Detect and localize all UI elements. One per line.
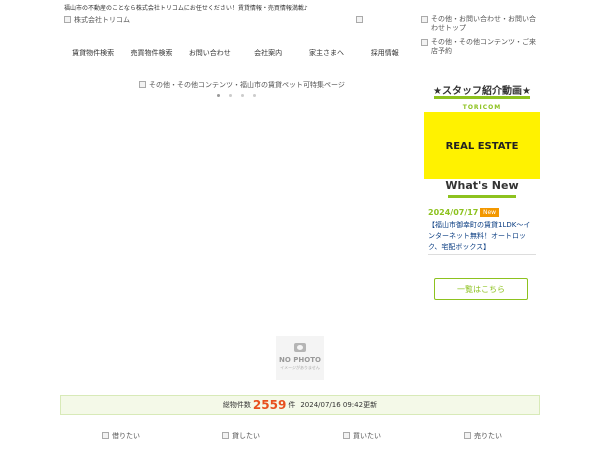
news-list-button[interactable]: 一覧はこちら bbox=[434, 278, 528, 300]
site-tagline: 福山市の不動産のことなら株式会社トリコムにお任せください！賃貸情報・売買情報満載… bbox=[64, 5, 308, 12]
sell-link-alt: 売りたい bbox=[474, 432, 502, 440]
visit-reservation-link-alt: その他・その他コンテンツ・ご来店予約 bbox=[431, 38, 536, 55]
banner-brand: TORICOM bbox=[424, 104, 540, 112]
nav-rental-search[interactable]: 賃貸物件検索 bbox=[64, 41, 122, 63]
rent-link[interactable]: 借りたい bbox=[102, 431, 140, 441]
staff-video-banner[interactable]: TORICOM REAL ESTATE bbox=[424, 104, 540, 179]
broken-image-icon bbox=[139, 81, 146, 88]
buy-link[interactable]: 買いたい bbox=[343, 431, 381, 441]
staff-video-title: ★スタッフ紹介動画★ bbox=[433, 86, 531, 97]
nav-recruit[interactable]: 採用情報 bbox=[356, 41, 414, 63]
no-photo-label: NO PHOTO bbox=[279, 356, 321, 364]
lease-out-link[interactable]: 貸したい bbox=[222, 431, 260, 441]
no-photo-sub: イメージがありません bbox=[280, 365, 320, 370]
broken-image-icon bbox=[421, 16, 428, 23]
count-prefix: 総物件数 bbox=[222, 401, 251, 409]
whats-new-title: What's New bbox=[445, 179, 519, 192]
slider-dot[interactable] bbox=[217, 94, 220, 97]
updated-time: 2024/07/16 09:42更新 bbox=[300, 401, 378, 409]
broken-image-icon bbox=[464, 432, 471, 439]
visit-reservation-link[interactable]: その他・その他コンテンツ・ご来店予約 bbox=[421, 38, 539, 56]
news-link[interactable]: 【福山市御幸町の賃貸1LDK～インターネット無料！オートロック、宅配ボックス】 bbox=[428, 220, 536, 253]
nav-company[interactable]: 会社案内 bbox=[239, 41, 297, 63]
broken-image-icon bbox=[421, 39, 428, 46]
pet-feature-slide-alt: その他・その他コンテンツ・福山市の賃貸ペット可特集ページ bbox=[149, 81, 345, 89]
no-photo-placeholder: NO PHOTO イメージがありません bbox=[276, 336, 324, 380]
rent-link-alt: 借りたい bbox=[112, 432, 140, 440]
property-count-bar: 総物件数 2559 件 2024/07/16 09:42更新 bbox=[60, 395, 540, 415]
contact-top-link-alt: その他・お問い合わせ・お問い合わせトップ bbox=[431, 15, 536, 32]
broken-image-icon bbox=[343, 432, 350, 439]
buy-link-alt: 買いたい bbox=[353, 432, 381, 440]
new-badge: New bbox=[480, 208, 500, 217]
broken-image-icon bbox=[64, 16, 71, 23]
header-banner-image[interactable] bbox=[356, 15, 363, 23]
nav-contact[interactable]: お問い合わせ bbox=[181, 41, 239, 63]
staff-title-underline bbox=[434, 96, 530, 99]
camera-icon bbox=[294, 343, 306, 352]
slider-dot[interactable] bbox=[253, 94, 256, 97]
nav-sale-search[interactable]: 売買物件検索 bbox=[122, 41, 180, 63]
news-date: 2024/07/17 bbox=[428, 208, 479, 217]
company-logo-alt: 株式会社トリコム bbox=[74, 16, 130, 24]
slider-pagination bbox=[217, 94, 256, 97]
broken-image-icon bbox=[356, 16, 363, 23]
lease-out-link-alt: 貸したい bbox=[232, 432, 260, 440]
news-divider bbox=[428, 254, 536, 255]
pet-feature-slide[interactable]: その他・その他コンテンツ・福山市の賃貸ペット可特集ページ bbox=[139, 80, 345, 90]
nav-landlords[interactable]: 家主さまへ bbox=[297, 41, 355, 63]
slider-dot[interactable] bbox=[229, 94, 232, 97]
broken-image-icon bbox=[102, 432, 109, 439]
slider-dot[interactable] bbox=[241, 94, 244, 97]
company-logo[interactable]: 株式会社トリコム bbox=[64, 15, 130, 25]
main-nav: 賃貸物件検索 売買物件検索 お問い合わせ 会社案内 家主さまへ 採用情報 bbox=[64, 41, 414, 63]
whats-new-underline bbox=[448, 195, 516, 198]
broken-image-icon bbox=[222, 432, 229, 439]
property-count: 2559 bbox=[252, 398, 287, 412]
banner-text: REAL ESTATE bbox=[445, 141, 519, 152]
contact-top-link[interactable]: その他・お問い合わせ・お問い合わせトップ bbox=[421, 15, 539, 33]
sell-link[interactable]: 売りたい bbox=[464, 431, 502, 441]
count-suffix: 件 bbox=[288, 401, 296, 409]
